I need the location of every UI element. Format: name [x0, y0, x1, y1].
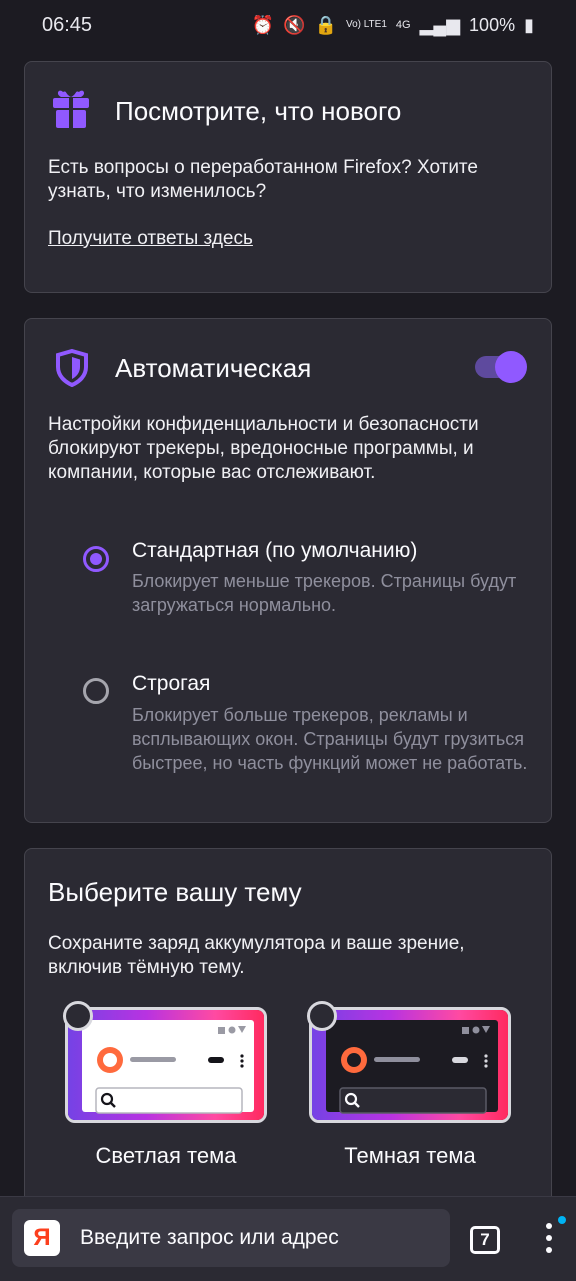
light-theme-preview[interactable]: [65, 1007, 267, 1123]
get-answers-link[interactable]: Получите ответы здесь: [48, 228, 253, 250]
theme-description: Сохраните заряд аккумулятора и ваше зрен…: [48, 933, 465, 978]
tracking-protection-toggle[interactable]: [475, 351, 527, 383]
battery-icon: ▮: [524, 14, 534, 35]
mute-icon: 🔇: [283, 14, 306, 35]
whats-new-title: Посмотрите, что нового: [115, 96, 402, 126]
tabs-counter-button[interactable]: 7: [470, 1226, 500, 1254]
whats-new-text: Есть вопросы о переработанном Firefox? Х…: [48, 157, 478, 202]
option-standard-desc: Блокирует меньше трекеров. Страницы буду…: [132, 571, 517, 615]
light-theme-radio[interactable]: [63, 1001, 93, 1031]
gift-icon: [51, 88, 91, 135]
tracking-description: Настройки конфиденциальности и безопасно…: [48, 414, 479, 483]
volte-label: Vo) LTE1: [345, 19, 387, 30]
dark-theme-preview[interactable]: [309, 1007, 511, 1123]
light-theme-label[interactable]: Светлая тема: [65, 1143, 267, 1169]
option-strict-title[interactable]: Строгая: [132, 672, 210, 696]
url-bar[interactable]: Я Введите запрос или адрес: [12, 1209, 450, 1267]
alarm-icon: ⏰: [251, 14, 275, 35]
notification-dot-icon: [558, 1216, 566, 1224]
shield-icon: [55, 348, 89, 392]
lock-icon: 🔒: [314, 14, 337, 35]
status-icons: ⏰ 🔇 🔒 Vo) LTE1 4G ▂▄▆ 100% ▮: [252, 15, 534, 36]
battery-percent: 100%: [469, 14, 516, 35]
option-standard-title[interactable]: Стандартная (по умолчанию): [132, 539, 417, 563]
theme-title: Выберите вашу тему: [48, 877, 302, 907]
radio-strict[interactable]: [83, 678, 109, 704]
whats-new-card: Посмотрите, что нового Есть вопросы о пе…: [24, 61, 552, 293]
menu-icon[interactable]: [540, 1216, 566, 1255]
option-strict-desc: Блокирует больше трекеров, рекламы и всп…: [132, 705, 528, 773]
url-placeholder[interactable]: Введите запрос или адрес: [80, 1226, 339, 1250]
radio-standard[interactable]: [83, 546, 109, 572]
search-engine-icon[interactable]: Я: [24, 1220, 60, 1256]
theme-card: Выберите вашу тему Сохраните заряд аккум…: [24, 848, 552, 1208]
dark-theme-label[interactable]: Темная тема: [309, 1143, 511, 1169]
status-time: 06:45: [42, 13, 93, 36]
tracking-protection-card: Автоматическая Настройки конфиденциально…: [24, 318, 552, 823]
network-type-label: 4G: [395, 19, 411, 31]
status-bar: 06:45 ⏰ 🔇 🔒 Vo) LTE1 4G ▂▄▆ 100% ▮: [0, 0, 576, 50]
tracking-mode-title: Автоматическая: [115, 353, 312, 383]
bottom-toolbar: Я Введите запрос или адрес 7: [0, 1196, 576, 1281]
dark-theme-radio[interactable]: [307, 1001, 337, 1031]
signal-icon: ▂▄▆: [419, 14, 461, 35]
